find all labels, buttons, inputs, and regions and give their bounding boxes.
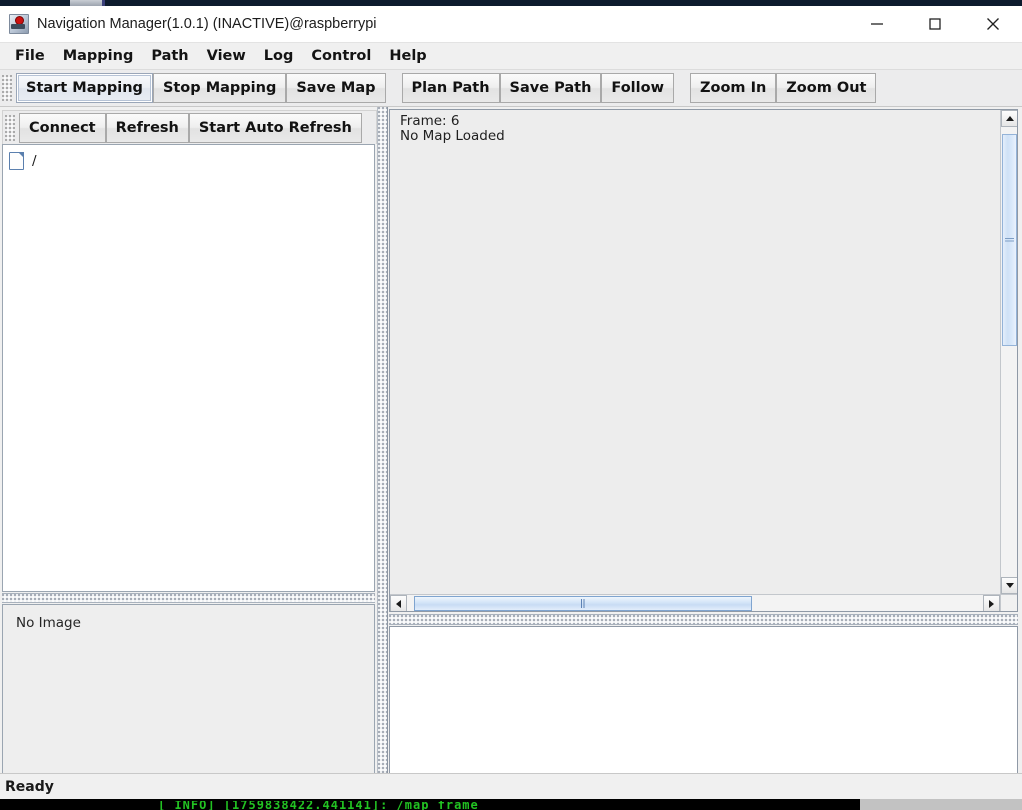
scroll-left-button[interactable] xyxy=(390,595,407,611)
file-tree-panel[interactable]: / xyxy=(2,144,375,592)
close-button[interactable] xyxy=(964,6,1022,42)
save-path-button[interactable]: Save Path xyxy=(499,73,602,103)
status-bar: Ready xyxy=(0,773,1022,799)
no-image-label: No Image xyxy=(16,615,81,631)
tree-toolbar-drag-handle[interactable] xyxy=(5,114,15,141)
main-toolbar: Start Mapping Stop Mapping Save Map Plan… xyxy=(0,70,1022,107)
window-title: Navigation Manager(1.0.1) (INACTIVE)@ras… xyxy=(37,16,377,32)
scroll-right-button[interactable] xyxy=(983,595,1000,611)
left-column: Connect Refresh Start Auto Refresh / No … xyxy=(0,107,377,799)
terminal-text: [ INFO] [1759838422.441141]: /map frame xyxy=(158,801,479,810)
menu-bar: File Mapping Path View Log Control Help xyxy=(0,43,1022,70)
menu-item-view[interactable]: View xyxy=(198,46,255,66)
robot-icon xyxy=(9,14,29,34)
zoom-out-button[interactable]: Zoom Out xyxy=(776,73,877,103)
left-horizontal-splitter[interactable] xyxy=(2,593,375,603)
map-scroll-pane: Frame: 6 No Map Loaded xyxy=(389,109,1018,612)
document-icon xyxy=(9,152,24,170)
map-horizontal-scrollbar[interactable] xyxy=(390,594,1000,611)
start-auto-refresh-button[interactable]: Start Auto Refresh xyxy=(188,112,362,143)
image-preview-panel: No Image xyxy=(2,604,375,799)
connect-button[interactable]: Connect xyxy=(19,112,106,143)
window-controls xyxy=(848,6,1022,42)
maximize-icon xyxy=(929,18,941,30)
plan-path-button[interactable]: Plan Path xyxy=(401,73,500,103)
save-map-button[interactable]: Save Map xyxy=(286,73,386,103)
follow-button[interactable]: Follow xyxy=(601,73,674,103)
title-bar: Navigation Manager(1.0.1) (INACTIVE)@ras… xyxy=(0,6,1022,43)
zoom-in-button[interactable]: Zoom In xyxy=(689,73,777,103)
scroll-down-button[interactable] xyxy=(1001,577,1017,594)
minimize-button[interactable] xyxy=(848,6,906,42)
close-icon xyxy=(987,18,999,30)
scroll-thumb-grip-icon xyxy=(1005,237,1014,243)
map-view[interactable]: Frame: 6 No Map Loaded xyxy=(390,110,1000,594)
toolbar-drag-handle[interactable] xyxy=(2,75,12,101)
right-horizontal-splitter[interactable] xyxy=(389,614,1018,625)
chevron-up-icon xyxy=(1005,116,1014,121)
map-status-label: No Map Loaded xyxy=(400,128,505,144)
vertical-splitter[interactable] xyxy=(377,107,388,773)
vertical-scroll-thumb[interactable] xyxy=(1002,134,1017,346)
application-window: Navigation Manager(1.0.1) (INACTIVE)@ras… xyxy=(0,6,1022,799)
tree-toolbar: Connect Refresh Start Auto Refresh xyxy=(2,110,377,144)
hscroll-thumb-grip-icon xyxy=(580,599,586,608)
right-column: Frame: 6 No Map Loaded xyxy=(389,107,1022,794)
chevron-right-icon xyxy=(989,599,994,608)
menu-item-control[interactable]: Control xyxy=(302,46,380,66)
menu-item-file[interactable]: File xyxy=(6,46,54,66)
menu-item-log[interactable]: Log xyxy=(255,46,303,66)
content-area: Connect Refresh Start Auto Refresh / No … xyxy=(0,107,1022,799)
chevron-left-icon xyxy=(396,599,401,608)
log-output-panel[interactable] xyxy=(389,626,1018,794)
tree-node-root[interactable]: / xyxy=(9,151,374,171)
maximize-button[interactable] xyxy=(906,6,964,42)
start-mapping-button[interactable]: Start Mapping xyxy=(16,73,153,103)
stop-mapping-button[interactable]: Stop Mapping xyxy=(152,73,287,103)
status-message: Ready xyxy=(5,778,54,795)
scrollbar-corner xyxy=(1000,594,1017,611)
chevron-down-icon xyxy=(1005,583,1014,588)
horizontal-scroll-thumb[interactable] xyxy=(414,596,752,611)
minimize-icon xyxy=(871,23,883,25)
refresh-button[interactable]: Refresh xyxy=(105,112,189,143)
tree-node-label: / xyxy=(32,153,37,169)
menu-item-mapping[interactable]: Mapping xyxy=(54,46,143,66)
menu-item-help[interactable]: Help xyxy=(380,46,435,66)
map-frame-label: Frame: 6 xyxy=(400,113,460,129)
scroll-up-button[interactable] xyxy=(1001,110,1017,127)
map-vertical-scrollbar[interactable] xyxy=(1000,110,1017,594)
terminal-strip-right xyxy=(860,799,1022,810)
menu-item-path[interactable]: Path xyxy=(142,46,197,66)
